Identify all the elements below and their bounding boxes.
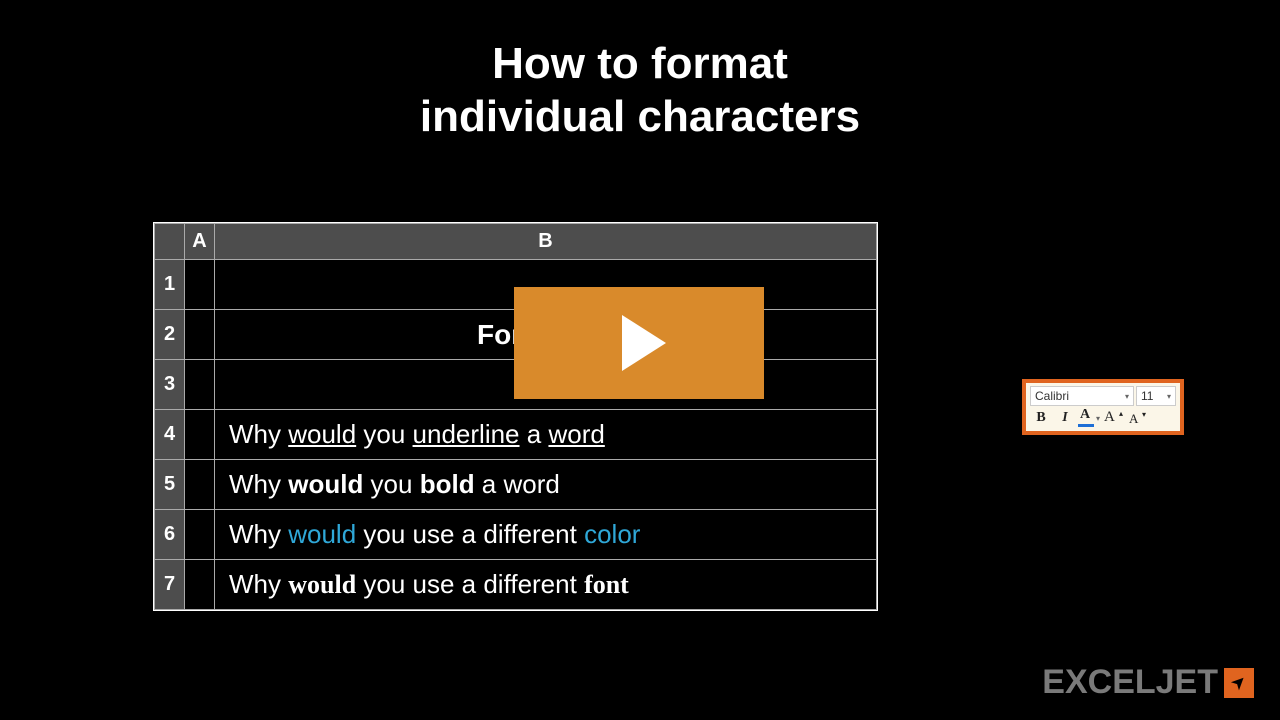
title-line1: How to format <box>0 38 1280 91</box>
row-header-6[interactable]: 6 <box>155 510 185 560</box>
shrink-font-icon: A ▾ <box>1127 409 1147 427</box>
font-size-dropdown[interactable]: 11 ▾ <box>1136 386 1176 406</box>
chevron-down-icon: ▾ <box>1096 414 1100 423</box>
cell-B4[interactable]: Why would you underline a word <box>215 410 877 460</box>
column-header-A[interactable]: A <box>185 224 215 260</box>
font-color-icon: A <box>1078 409 1094 427</box>
page-title: How to format individual characters <box>0 0 1280 144</box>
bold-button[interactable]: B <box>1030 408 1052 428</box>
cell-B6[interactable]: Why would you use a different color <box>215 510 877 560</box>
cell-A3[interactable] <box>185 360 215 410</box>
cell-A1[interactable] <box>185 260 215 310</box>
cell-B5[interactable]: Why would you bold a word <box>215 460 877 510</box>
row-header-4[interactable]: 4 <box>155 410 185 460</box>
shrink-font-button[interactable]: A ▾ <box>1126 408 1148 428</box>
cell-A5[interactable] <box>185 460 215 510</box>
grow-font-icon: A ▴ <box>1103 409 1123 427</box>
select-all-cell[interactable] <box>155 224 185 260</box>
grow-font-button[interactable]: A ▴ <box>1102 408 1124 428</box>
font-name-dropdown[interactable]: Calibri ▾ <box>1030 386 1134 406</box>
brand-logo-text: EXCELJET <box>1042 663 1218 702</box>
play-icon <box>622 315 666 371</box>
cell-A6[interactable] <box>185 510 215 560</box>
font-color-button[interactable]: A ▾ <box>1078 408 1100 428</box>
cell-B7[interactable]: Why would you use a different font <box>215 560 877 610</box>
spreadsheet: A B 1 2 Formating 3 4 Why would you unde… <box>153 222 878 611</box>
cell-A4[interactable] <box>185 410 215 460</box>
title-line2: individual characters <box>0 91 1280 144</box>
column-header-B[interactable]: B <box>215 224 877 260</box>
brand-logo: EXCELJET <box>1042 663 1254 702</box>
chevron-down-icon: ▾ <box>1167 392 1171 401</box>
row-header-2[interactable]: 2 <box>155 310 185 360</box>
row-header-1[interactable]: 1 <box>155 260 185 310</box>
chevron-down-icon: ▾ <box>1125 392 1129 401</box>
row-header-7[interactable]: 7 <box>155 560 185 610</box>
play-button[interactable] <box>514 287 764 399</box>
row-header-3[interactable]: 3 <box>155 360 185 410</box>
mini-toolbar: Calibri ▾ 11 ▾ B I A ▾ A ▴ <box>1022 379 1184 435</box>
italic-button[interactable]: I <box>1054 408 1076 428</box>
row-header-5[interactable]: 5 <box>155 460 185 510</box>
cell-A2[interactable] <box>185 310 215 360</box>
cell-A7[interactable] <box>185 560 215 610</box>
font-name-value: Calibri <box>1035 389 1069 403</box>
brand-logo-icon <box>1224 668 1254 698</box>
font-size-value: 11 <box>1141 389 1153 403</box>
